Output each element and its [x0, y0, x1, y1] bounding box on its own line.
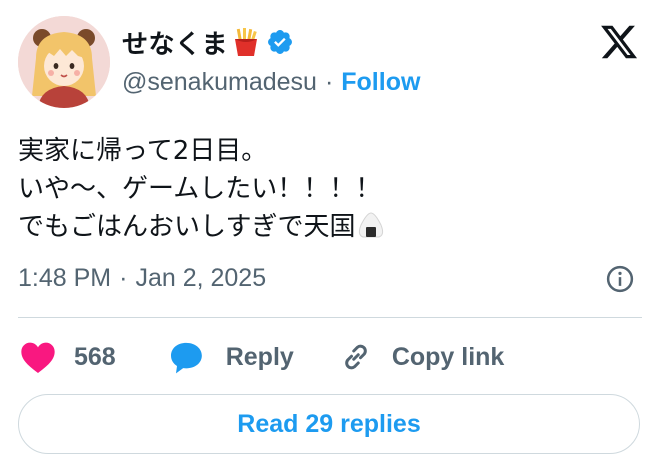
read-replies-label: Read 29 replies [237, 409, 421, 438]
tweet-line: 実家に帰って2日目。 [18, 136, 268, 166]
tweet-time: 1:48 PM [18, 263, 112, 292]
heart-icon [18, 337, 58, 377]
avatar[interactable] [18, 16, 110, 108]
action-bar: 568 Reply Copy link [18, 334, 504, 380]
tweet-text: 実家に帰って2日目。 いや〜、ゲームしたい！！！！ でもごはんおいしすぎで天国 [18, 132, 385, 246]
copy-link-button[interactable]: Copy link [338, 339, 505, 375]
info-icon[interactable] [605, 264, 635, 294]
read-replies-button[interactable]: Read 29 replies [18, 394, 640, 454]
divider [18, 317, 642, 318]
onigiri-icon [357, 211, 385, 239]
handle-row: @senakumadesu · Follow [122, 64, 420, 100]
reply-bubble-icon [166, 337, 206, 377]
like-button[interactable]: 568 [18, 337, 116, 377]
tweet-line-last: でもごはんおいしすぎで天国 [18, 208, 385, 246]
avatar-illustration [18, 16, 110, 108]
display-name[interactable]: せなくま [122, 24, 228, 61]
link-icon [338, 339, 374, 375]
name-row: せなくま [122, 22, 294, 62]
handle-separator: · [324, 67, 334, 96]
x-logo-icon[interactable] [598, 22, 640, 62]
reply-button[interactable]: Reply [166, 337, 294, 377]
fries-icon [232, 27, 260, 57]
tweet-timestamp[interactable]: 1:48 PM · Jan 2, 2025 [18, 258, 266, 298]
timestamp-separator: · [119, 263, 128, 292]
user-handle[interactable]: @senakumadesu [122, 68, 317, 97]
verified-badge-icon[interactable] [266, 28, 294, 56]
tweet-line: でもごはんおいしすぎで天国 [18, 212, 356, 242]
reply-label: Reply [225, 342, 294, 371]
like-count: 568 [74, 342, 116, 371]
tweet-line: いや〜、ゲームしたい！！！！ [18, 174, 382, 204]
tweet-date: Jan 2, 2025 [135, 263, 267, 292]
copy-link-label: Copy link [391, 342, 505, 371]
follow-button[interactable]: Follow [341, 68, 420, 97]
